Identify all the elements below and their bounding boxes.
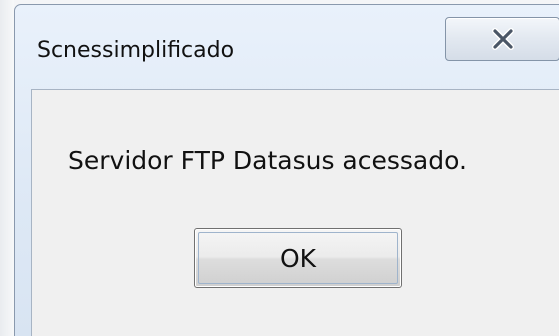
background-window-edge — [0, 0, 14, 336]
message-box-window: Scnessimplificado Servidor FTP Datasus a… — [14, 4, 559, 336]
dialog-content: Servidor FTP Datasus acessado. OK — [31, 89, 559, 336]
ok-button-label: OK — [279, 243, 317, 273]
window-title: Scnessimplificado — [37, 38, 235, 63]
close-icon — [492, 28, 514, 50]
close-button[interactable] — [445, 17, 559, 61]
title-bar[interactable]: Scnessimplificado — [15, 5, 559, 85]
ok-button[interactable]: OK — [194, 228, 402, 288]
screen: Scnessimplificado Servidor FTP Datasus a… — [0, 0, 559, 336]
message-text: Servidor FTP Datasus acessado. — [68, 146, 467, 175]
